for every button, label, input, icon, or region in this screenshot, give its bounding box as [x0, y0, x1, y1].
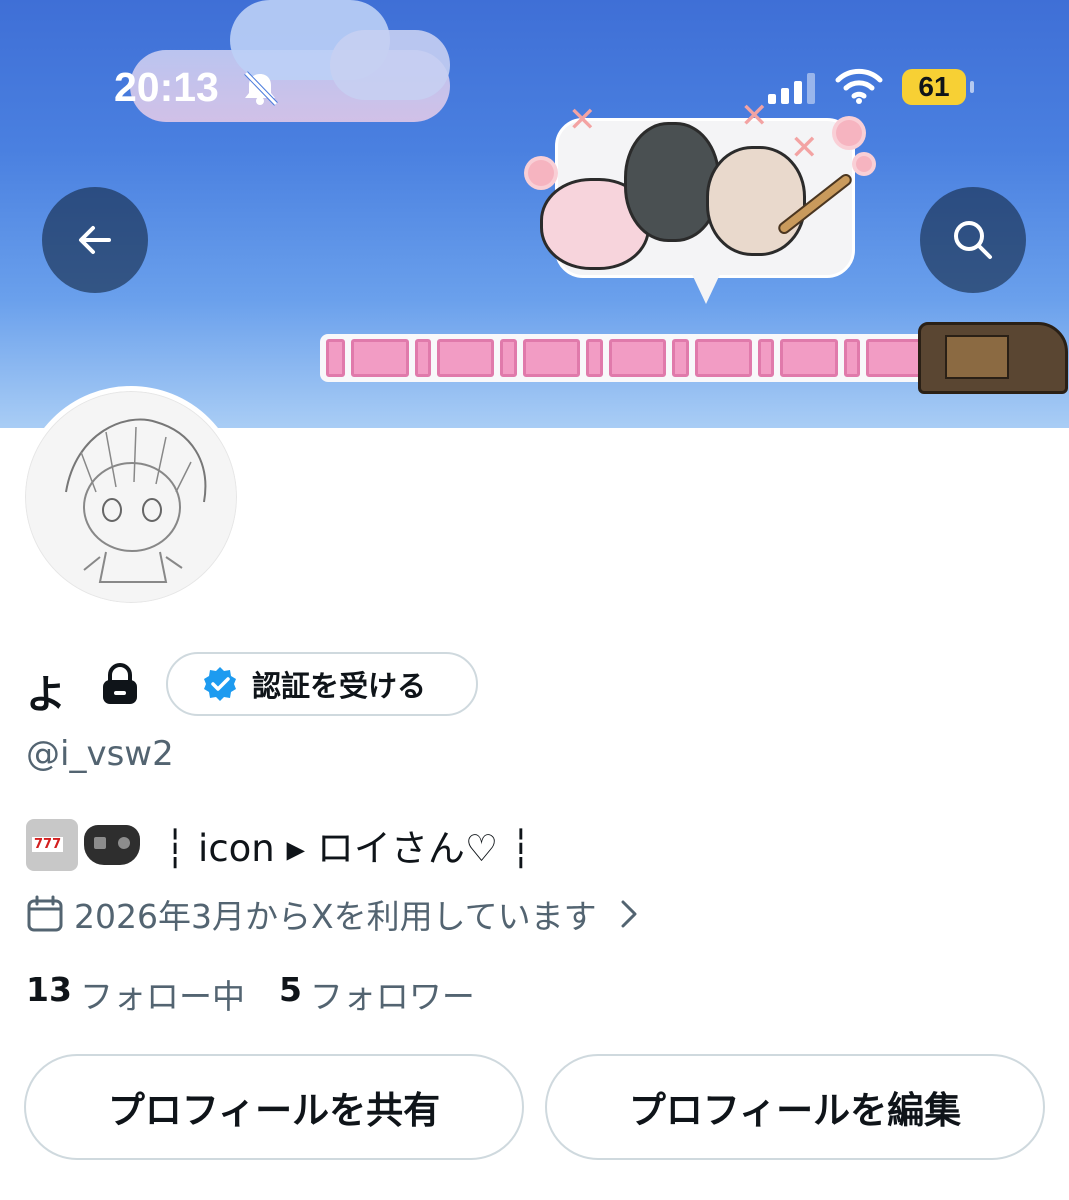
chevron-right-icon	[621, 900, 637, 928]
calendar-icon	[27, 895, 63, 932]
search-icon	[954, 221, 992, 259]
locomotive-illustration	[918, 322, 1068, 394]
sparkle-icon: ✕	[740, 96, 769, 136]
join-date-text: 2026年3月からXを利用しています	[74, 897, 597, 936]
bio-text: ┆ icon ▸ ロイさん♡ ┆	[164, 827, 533, 870]
speech-bubble-tail	[690, 270, 722, 304]
cat-character	[624, 122, 720, 242]
follow-stats: 13 フォロー中 5 フォロワー	[26, 970, 501, 1018]
flower-icon	[528, 160, 554, 186]
wifi-icon	[835, 68, 883, 104]
cellular-signal-icon	[768, 72, 815, 104]
sparkle-icon: ✕	[568, 100, 597, 140]
followers-count[interactable]: 5	[279, 970, 302, 1018]
flower-icon	[836, 120, 862, 146]
user-handle: @i_vsw2	[26, 734, 174, 774]
slot-machine-emoji	[26, 819, 78, 871]
followers-label[interactable]: フォロワー	[310, 970, 475, 1018]
battery-indicator: 61	[902, 69, 974, 105]
back-button[interactable]	[42, 187, 148, 293]
get-verified-label: 認証を受ける	[252, 669, 427, 703]
following-label[interactable]: フォロー中	[80, 970, 245, 1018]
edit-profile-button[interactable]: プロフィールを編集	[545, 1054, 1045, 1160]
get-verified-button[interactable]: 認証を受ける	[166, 652, 478, 716]
banner-cloud	[330, 30, 450, 100]
flower-icon	[856, 156, 872, 172]
following-count[interactable]: 13	[26, 970, 72, 1018]
search-button[interactable]	[920, 187, 1026, 293]
avatar-sketch	[65, 418, 207, 583]
bell-off-icon	[244, 71, 278, 106]
display-name: よ	[26, 672, 66, 718]
join-date-row[interactable]: 2026年3月からXを利用しています	[26, 890, 641, 938]
lock-icon	[103, 663, 137, 704]
train-cars	[320, 334, 930, 382]
status-time: 20:13	[114, 64, 219, 110]
arrow-left-icon	[79, 226, 111, 254]
profile-avatar[interactable]	[20, 386, 242, 608]
share-profile-button[interactable]: プロフィールを共有	[24, 1054, 524, 1160]
verified-badge-icon	[204, 667, 236, 701]
raccoon-character	[706, 146, 806, 256]
profile-bio: ┆ icon ▸ ロイさん♡ ┆	[26, 818, 532, 872]
game-controller-emoji	[84, 825, 140, 865]
